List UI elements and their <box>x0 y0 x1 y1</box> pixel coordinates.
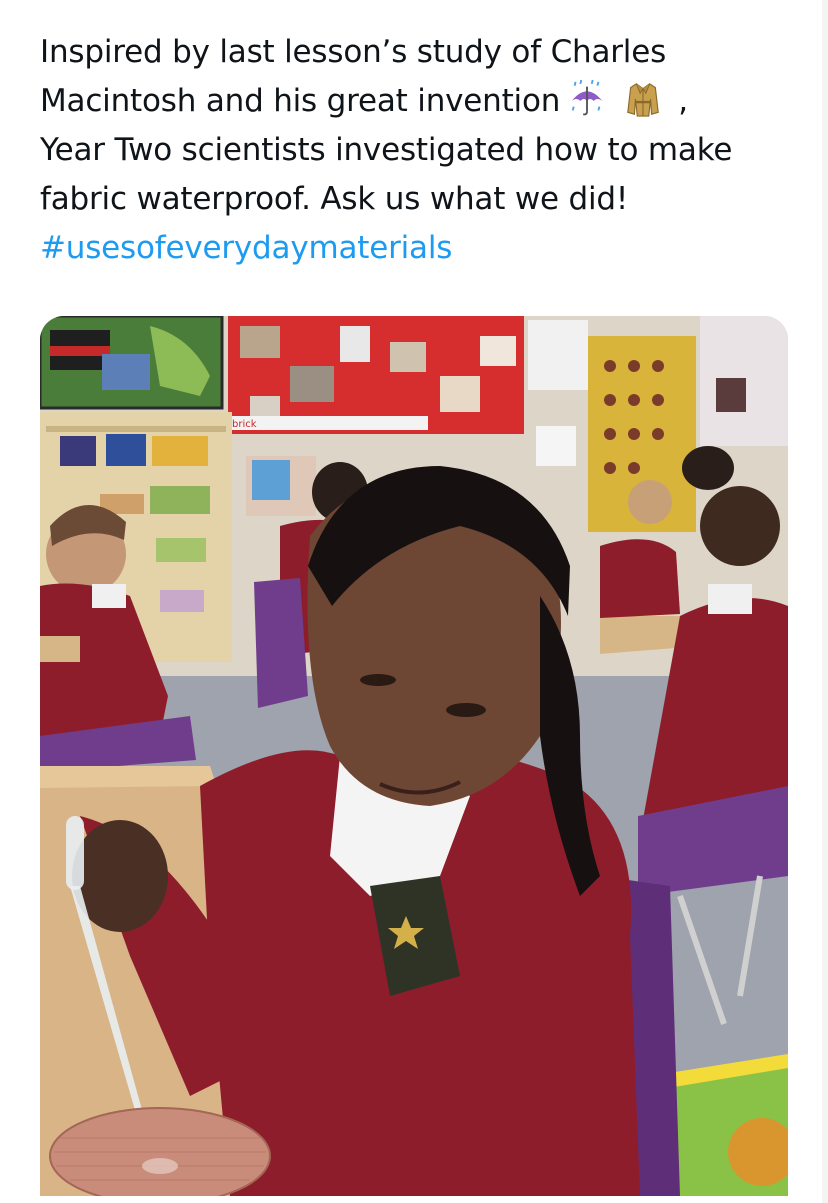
tweet-text: Inspired by last lesson’s study of Charl… <box>40 28 810 273</box>
umbrella-with-rain-icon <box>572 80 603 116</box>
tweet-text-line-2: Macintosh and his great invention , <box>40 77 810 126</box>
tweet-text-line-4: fabric waterproof. Ask us what we did! <box>40 181 629 217</box>
tweet-text-line-3: Year Two scientists investigated how to … <box>40 132 733 168</box>
coat-icon <box>627 83 660 117</box>
hashtag-link[interactable]: #usesofeverydaymaterials <box>40 224 810 273</box>
scrollbar[interactable] <box>822 0 828 1203</box>
tweet-text-line-2-words: Macintosh and his great invention <box>40 83 561 119</box>
tweet-text-line-2-comma: , <box>678 83 688 119</box>
brick-label: brick <box>232 419 257 430</box>
tweet-text-line-1: Inspired by last lesson’s study of Charl… <box>40 34 667 70</box>
tweet-photo[interactable]: brick <box>40 316 788 1196</box>
tweet-page: Inspired by last lesson’s study of Charl… <box>0 0 828 1203</box>
classroom-photo: brick <box>40 316 788 1196</box>
